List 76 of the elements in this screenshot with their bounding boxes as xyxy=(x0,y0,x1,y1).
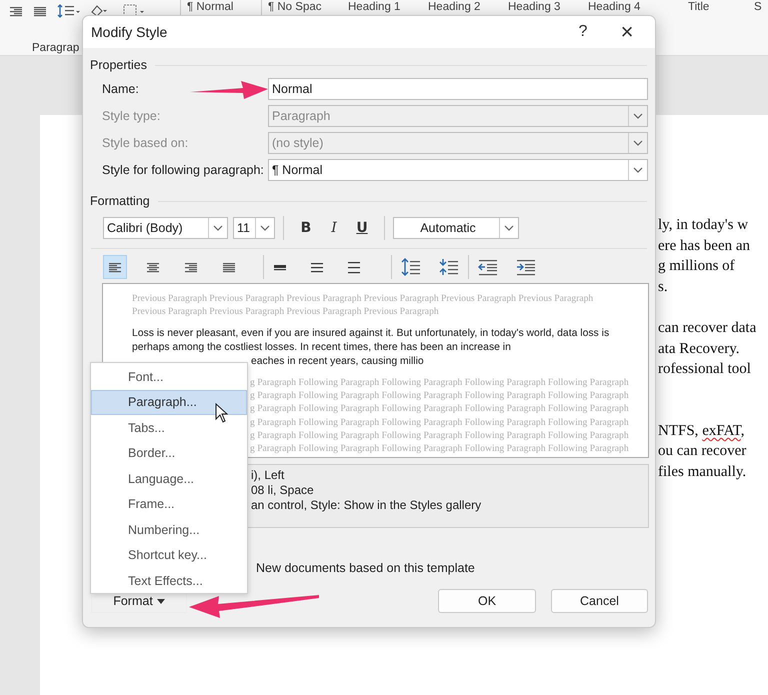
menu-item[interactable]: Shortcut key... xyxy=(91,542,247,568)
help-button[interactable]: ? xyxy=(561,17,605,47)
preview-text: g Paragraph Following Paragraph Following Paragraph Following Paragraph Following Paragraph xyxy=(250,376,630,390)
group-label: Paragrap xyxy=(32,41,80,55)
style-gallery-item[interactable]: Title xyxy=(688,1,710,14)
align-left-icon xyxy=(107,260,123,274)
cancel-button[interactable]: Cancel xyxy=(551,589,648,613)
document-line: g millions of xyxy=(658,257,736,276)
document-line: NTFS, exFAT, xyxy=(658,422,746,441)
input-field[interactable]: Normal xyxy=(268,78,648,100)
dropdown[interactable]: ¶ Normal xyxy=(268,159,648,181)
ok-button[interactable]: OK xyxy=(438,589,536,613)
style-gallery-item[interactable]: Heading 1 xyxy=(348,1,400,14)
color-dropdown[interactable]: Automatic xyxy=(393,217,519,239)
style-gallery-item[interactable]: ¶ Normal xyxy=(187,1,234,14)
disabled-dropdown: (no style) xyxy=(268,132,648,154)
description-text: i), Left xyxy=(251,468,286,483)
document-line: ata Recovery. xyxy=(658,340,740,359)
document-line: s. xyxy=(658,278,669,297)
increase-indent-icon xyxy=(515,257,537,277)
style-gallery-item[interactable]: Heading 3 xyxy=(508,1,560,14)
close-button[interactable]: × xyxy=(605,17,649,47)
menu-item[interactable]: Border... xyxy=(91,440,247,466)
format-toggle[interactable]: U xyxy=(348,217,376,239)
style-gallery-item[interactable]: S xyxy=(754,1,762,14)
align-right-icon xyxy=(8,4,24,18)
window-title: Modify Style xyxy=(91,24,168,40)
decrease-indent-icon xyxy=(477,257,499,277)
option-label: New documents based on this template xyxy=(256,561,476,575)
cursor-icon xyxy=(215,403,228,423)
align-left-button[interactable] xyxy=(103,255,127,279)
menu-item[interactable]: Language... xyxy=(91,466,247,492)
menu-item[interactable]: Tabs... xyxy=(91,415,247,440)
document-line: ere has been an xyxy=(658,236,752,256)
sample-text: eaches in recent years, causing millio xyxy=(251,355,425,369)
disabled-dropdown: Paragraph xyxy=(268,105,648,127)
menu-item[interactable]: Numbering... xyxy=(91,517,247,542)
document-line: can recover data xyxy=(658,318,758,338)
menu-item[interactable]: Frame... xyxy=(91,492,247,517)
style-gallery-item[interactable]: Heading 4 xyxy=(588,1,640,14)
document-line: ou can recover xyxy=(658,442,748,462)
align-center-icon xyxy=(145,260,161,274)
menu-item[interactable]: Paragraph... xyxy=(91,390,247,415)
align-justify-icon xyxy=(221,260,237,274)
description-text: an control, Style: Show in the Styles gallery xyxy=(251,498,482,513)
one-half-spacing-icon xyxy=(309,260,325,274)
font-dropdown[interactable]: Calibri (Body) xyxy=(103,217,228,239)
justify-icon xyxy=(32,4,48,18)
style-gallery-item[interactable]: ¶ No Spac xyxy=(268,1,322,14)
document-line: ly, in today's w xyxy=(658,216,750,235)
field-label: Style type: xyxy=(102,109,160,123)
double-spacing-icon xyxy=(346,260,362,274)
menu-item[interactable]: Font... xyxy=(91,364,247,390)
size-dropdown[interactable]: 11 xyxy=(233,217,275,239)
field-label: Style based on: xyxy=(102,136,188,150)
preview-text: g Paragraph Following Paragraph Following Paragraph Following Paragraph Following Paragraph xyxy=(250,428,630,442)
section-heading: Formatting xyxy=(83,193,655,209)
align-right-icon xyxy=(183,260,199,274)
preview-text: g Paragraph Following Paragraph Following Paragraph Following Paragraph Following Paragraph xyxy=(250,416,630,429)
preview-text: g Paragraph Following Paragraph Following Paragraph Following Paragraph Following Paragraph xyxy=(250,402,630,416)
preview-text: g Paragraph Following Paragraph Following Paragraph Following Paragraph Following Paragraph xyxy=(250,442,630,456)
preview-text: g Paragraph Following Paragraph Following Paragraph Following Paragraph Following Paragraph xyxy=(250,389,630,402)
field-label: Style for following paragraph: xyxy=(102,163,264,177)
caret-icon xyxy=(156,598,165,604)
document-line: rofessional tool xyxy=(658,360,752,380)
line-spacing-icon xyxy=(56,3,80,19)
format-toggle[interactable]: B xyxy=(292,217,320,239)
format-toggle[interactable]: I xyxy=(320,217,348,239)
style-gallery-item[interactable]: Heading 2 xyxy=(428,1,480,14)
spacing-increase-icon xyxy=(400,257,422,277)
preview-text: Previous Paragraph Previous Paragraph Previous Paragraph Previous Paragraph Previous Paragraph Previous Paragraph Previous Paragraph Previous Paragraph Previous Paragraph Previous Paragraph xyxy=(132,292,594,318)
description-text: 08 li, Space xyxy=(251,483,315,498)
field-label: Name: xyxy=(102,82,139,96)
spacing-decrease-icon xyxy=(438,257,460,277)
document-line: files manually. xyxy=(658,462,748,482)
section-heading: Properties xyxy=(83,57,655,73)
